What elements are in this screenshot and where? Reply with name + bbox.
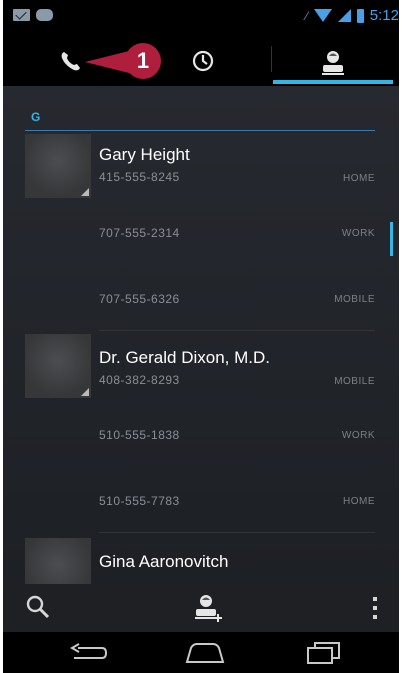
contact-name[interactable]: Gary Height xyxy=(99,145,190,165)
search-icon[interactable] xyxy=(25,594,51,620)
callout-number: 1 xyxy=(136,48,150,73)
phone-number[interactable]: 510-555-1838 xyxy=(99,428,180,442)
cell-signal-icon xyxy=(337,9,351,22)
phone-type: WORK xyxy=(341,430,375,441)
message-icon xyxy=(36,9,53,21)
contact-photo[interactable] xyxy=(25,334,91,398)
person-icon xyxy=(322,51,344,75)
status-bar: ⁄ 5:12 xyxy=(3,0,399,34)
phone-number[interactable]: 707-555-2314 xyxy=(99,226,180,240)
phone-number[interactable]: 707-555-6326 xyxy=(99,292,180,306)
contact-photo[interactable] xyxy=(25,134,91,198)
recent-apps-icon[interactable] xyxy=(303,640,343,666)
phone-number[interactable]: 510-555-7783 xyxy=(99,494,180,508)
wifi-icon xyxy=(313,9,332,22)
phone-screen: ⁄ 5:12 1 G Gary Height 415-555-8245 HOME… xyxy=(3,0,399,673)
overflow-menu-icon[interactable] xyxy=(371,596,379,620)
contact-name[interactable]: Dr. Gerald Dixon, M.D. xyxy=(99,348,270,368)
add-contact-icon[interactable] xyxy=(191,592,225,624)
fast-scroll-thumb[interactable] xyxy=(390,222,393,256)
tab-selected-indicator xyxy=(273,80,393,84)
clock-icon xyxy=(192,50,214,72)
status-time: 5:12 xyxy=(369,7,399,24)
contact-separator xyxy=(99,532,375,533)
mail-icon xyxy=(13,9,30,21)
phone-number[interactable]: 415-555-8245 xyxy=(99,170,180,184)
home-icon[interactable] xyxy=(183,642,227,664)
phone-type: HOME xyxy=(343,496,375,507)
tab-bar xyxy=(3,34,399,86)
phone-type: MOBILE xyxy=(334,294,375,305)
contact-list[interactable]: G Gary Height 415-555-8245 HOME 707-555-… xyxy=(3,86,399,584)
contact-separator xyxy=(99,330,375,331)
navigation-bar xyxy=(3,632,399,673)
phone-number[interactable]: 408-382-8293 xyxy=(99,373,180,387)
phone-type: MOBILE xyxy=(334,376,375,387)
tab-contacts[interactable] xyxy=(267,34,399,86)
contact-photo[interactable] xyxy=(25,538,91,584)
back-icon[interactable] xyxy=(68,642,108,664)
action-bar xyxy=(3,584,399,632)
section-header: G xyxy=(25,108,375,131)
contact-name[interactable]: Gina Aaronovitch xyxy=(99,552,228,572)
phone-icon xyxy=(61,52,80,71)
phone-type: HOME xyxy=(343,173,375,184)
phone-type: WORK xyxy=(341,228,375,239)
section-letter: G xyxy=(31,110,41,124)
battery-icon xyxy=(356,8,364,23)
signal-small-icon: ⁄ xyxy=(305,8,308,23)
